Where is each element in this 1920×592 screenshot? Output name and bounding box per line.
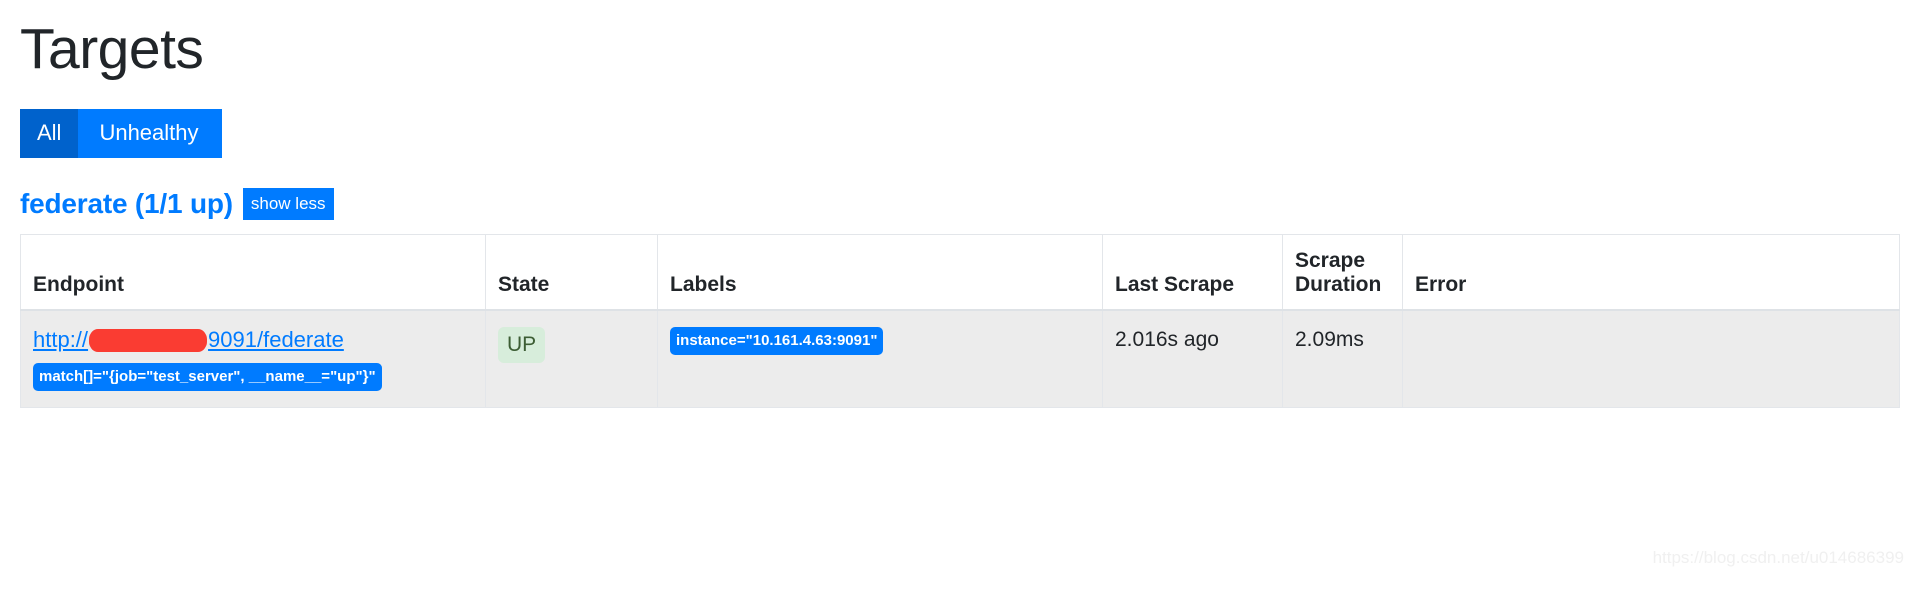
watermark: https://blog.csdn.net/u014686399	[1652, 548, 1904, 567]
table-header-row: Endpoint State Labels Last Scrape Scrape…	[20, 233, 1900, 311]
filter-unhealthy-button[interactable]: Unhealthy	[78, 108, 222, 158]
column-header-scrape-duration: Scrape Duration	[1282, 233, 1403, 311]
column-header-endpoint: Endpoint	[20, 233, 486, 311]
endpoint-params: match[]="{job="test_server", __name__="u…	[33, 362, 473, 391]
cell-last-scrape: 2.016s ago	[1102, 308, 1283, 408]
targets-table: Endpoint State Labels Last Scrape Scrape…	[20, 233, 1900, 408]
column-header-error: Error	[1402, 233, 1900, 311]
column-header-state: State	[485, 233, 658, 311]
filter-all-button[interactable]: All	[20, 108, 79, 158]
redacted-host-marker	[89, 329, 208, 351]
status-badge: UP	[498, 326, 546, 363]
show-less-button[interactable]: show less	[242, 187, 334, 220]
targets-page: Targets All Unhealthy federate (1/1 up) …	[0, 0, 1920, 408]
column-header-last-scrape: Last Scrape	[1102, 233, 1283, 311]
cell-labels: instance="10.161.4.63:9091"	[657, 308, 1103, 408]
endpoint-scheme: http://	[33, 326, 89, 352]
cell-state: UP	[485, 308, 658, 408]
target-filter-group: All Unhealthy	[20, 108, 222, 158]
cell-endpoint: http:// 9091/federate match[]="{job="test…	[20, 308, 486, 408]
job-header: federate (1/1 up) show less	[20, 187, 1900, 220]
match-params-badge[interactable]: match[]="{job="test_server", __name__="u…	[33, 362, 382, 391]
column-header-labels: Labels	[657, 233, 1103, 311]
endpoint-port-path: 9091/federate	[208, 326, 344, 352]
page-title: Targets	[20, 17, 204, 81]
job-title[interactable]: federate (1/1 up)	[20, 189, 233, 218]
endpoint-link[interactable]: http:// 9091/federate	[33, 327, 344, 352]
table-row: http:// 9091/federate match[]="{job="test…	[20, 308, 1900, 408]
table-header: Endpoint State Labels Last Scrape Scrape…	[20, 233, 1900, 311]
instance-label-badge[interactable]: instance="10.161.4.63:9091"	[670, 326, 884, 355]
cell-error	[1402, 308, 1900, 408]
table-body: http:// 9091/federate match[]="{job="test…	[20, 308, 1900, 408]
cell-scrape-duration: 2.09ms	[1282, 308, 1403, 408]
